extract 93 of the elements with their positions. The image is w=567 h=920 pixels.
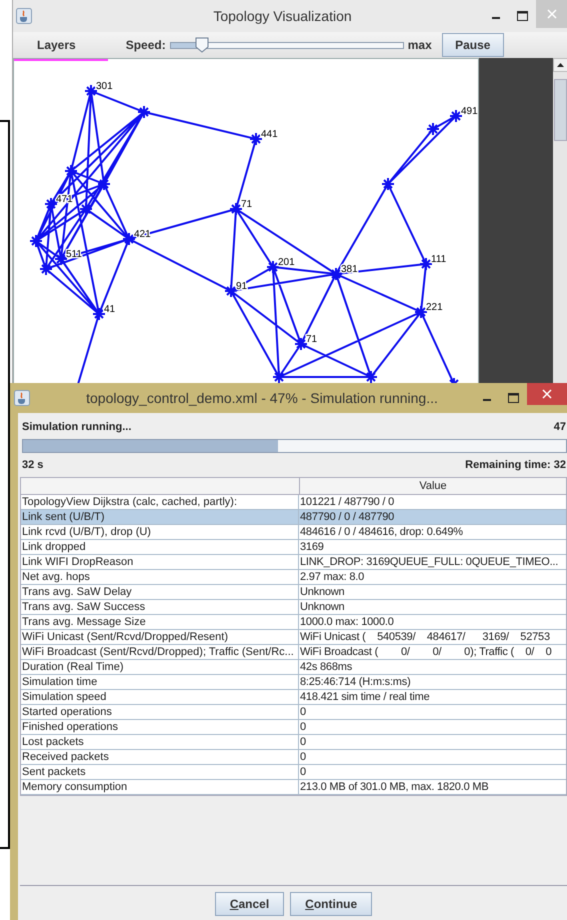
table-cell: Lost packets <box>21 735 299 749</box>
table-cell: Link dropped <box>21 540 299 554</box>
table-cell-text: 213.0 MB of 301.0 MB, max. 1820.0 MB <box>299 780 490 794</box>
table-row[interactable]: WiFi Unicast (Sent/Rcvd/Dropped/Resent) WiFi Unicast ( 540539/ 484617/ 3169/ 52753 <box>21 630 566 645</box>
node-label: 91 <box>236 281 248 292</box>
table-row[interactable]: Finished operations 0 <box>21 720 566 735</box>
table-row[interactable]: Link dropped 3169 <box>21 540 566 555</box>
table-row[interactable]: WiFi Broadcast (Sent/Rcvd/Dropped); Traffic (Sent/Rc... WiFi Broadcast ( 0/ 0/ 0); Traffic ( 0/ 0 <box>21 645 566 660</box>
node-label: 441 <box>261 129 278 140</box>
table-row[interactable]: Trans avg. Message Size 1000.0 max: 1000.0 <box>21 615 566 630</box>
slider-thumb[interactable] <box>195 36 210 53</box>
close-button[interactable] <box>527 383 567 405</box>
table-cell: Trans avg. Message Size <box>21 615 299 629</box>
table-row[interactable]: Lost packets 0 <box>21 735 566 750</box>
table-cell: Simulation speed <box>21 690 299 704</box>
table-cell-text: WiFi Unicast ( 540539/ 484617/ 3169/ 52753 <box>299 630 551 644</box>
table-cell-text: LINK_DROP: 3169QUEUE_FULL: 0QUEUE_TIMEO... <box>299 555 560 569</box>
table-cell-text: 1000.0 max: 1000.0 <box>299 615 395 629</box>
node-label: 221 <box>426 302 443 313</box>
table-cell-text: 101221 / 487790 / 0 <box>299 495 396 509</box>
remaining-time: Remaining time: 32 <box>465 459 566 471</box>
table-cell-text: 0 <box>299 765 307 779</box>
close-icon[interactable] <box>542 389 552 399</box>
table-cell-text: 0 <box>299 735 307 749</box>
table-cell-text: 0 <box>299 705 307 719</box>
table-cell: Trans avg. SaW Success <box>21 600 299 614</box>
dialog-button[interactable]: Continue <box>290 892 372 916</box>
node-label: 301 <box>96 81 113 92</box>
table-cell: WiFi Unicast (Sent/Rcvd/Dropped/Resent) <box>21 630 299 644</box>
node-label: 201 <box>278 257 295 268</box>
pause-button[interactable]: Pause <box>442 32 504 57</box>
maximize-icon[interactable] <box>508 393 519 403</box>
table-cell-text: WiFi Broadcast ( 0/ 0/ 0); Traffic ( 0/ 0 <box>299 645 552 659</box>
table-cell: TopologyView Dijkstra (calc, cached, partly): <box>21 495 299 509</box>
node-label: 111 <box>431 254 446 265</box>
table-cell-text: 3169 <box>299 540 325 554</box>
table-cell: Link WIFI DropReason <box>21 555 299 569</box>
dialog-button[interactable]: Cancel <box>214 892 284 916</box>
table-row[interactable]: Trans avg. SaW Delay Unknown <box>21 585 566 600</box>
table-cell: Finished operations <box>21 720 299 734</box>
max-label: max <box>408 38 432 52</box>
node-label: 71 <box>241 199 252 210</box>
percent-text: 47 <box>554 421 566 433</box>
table-cell: Trans avg. SaW Delay <box>21 585 299 599</box>
table-cell-text: 484616 / 0 / 484616, drop: 0.649% <box>299 525 464 539</box>
scrollbar[interactable] <box>553 58 567 385</box>
table-cell-text: 418.421 sim time / real time <box>299 690 431 704</box>
table-row[interactable]: Link sent (U/B/T) 487790 / 0 / 487790 <box>21 510 566 525</box>
maximize-icon[interactable] <box>517 10 528 21</box>
table-cell: Memory consumption <box>21 780 299 794</box>
table-cell-text: 8:25:46:714 (H:m:s:ms) <box>299 675 412 689</box>
table-cell: Duration (Real Time) <box>21 660 299 674</box>
layers-menu[interactable]: Layers <box>37 38 76 52</box>
table-cell: WiFi Broadcast (Sent/Rcvd/Dropped); Traffic (Sent/Rc... <box>21 645 299 659</box>
table-cell: Sent packets <box>21 765 299 779</box>
table-cell: Link rcvd (U/B/T), drop (U) <box>21 525 299 539</box>
scroll-up-icon[interactable] <box>553 58 567 72</box>
dialog-title: topology_control_demo.xml - 47% - Simulation running... <box>85 390 439 406</box>
table-row[interactable]: Link rcvd (U/B/T), drop (U) 484616 / 0 / 484616, drop: 0.649% <box>21 525 566 540</box>
node-label: 491 <box>461 106 478 117</box>
speed-label: Speed: <box>126 38 166 52</box>
table-row[interactable]: Started operations 0 <box>21 705 566 720</box>
table-row[interactable]: Received packets 0 <box>21 750 566 765</box>
table-cell-text: 487790 / 0 / 487790 <box>299 510 396 524</box>
table-row[interactable]: Sent packets 0 <box>21 765 566 780</box>
table-cell-text: Unknown <box>299 600 346 614</box>
status-text: Simulation running... <box>22 421 132 433</box>
table-row[interactable]: Link WIFI DropReason LINK_DROP: 3169QUEUE_FULL: 0QUEUE_TIMEO... <box>21 555 566 570</box>
table-cell-text: 0 <box>299 720 307 734</box>
table-cell-text: 0 <box>299 750 307 764</box>
window-title: Topology Visualization <box>212 8 353 24</box>
node-label: 511 <box>66 249 82 260</box>
table-cell-text: 2.97 max: 8.0 <box>299 570 366 584</box>
table-row[interactable]: Trans avg. SaW Success Unknown <box>21 600 566 615</box>
scrollbar-thumb[interactable] <box>554 79 567 141</box>
table-row[interactable]: Memory consumption 213.0 MB of 301.0 MB, max. 1820.0 MB <box>21 780 566 795</box>
java-cup-icon <box>14 390 30 406</box>
table-cell-text: 42s 868ms <box>299 660 354 674</box>
java-cup-icon <box>16 8 32 24</box>
table-row[interactable]: Simulation speed 418.421 sim time / real time <box>21 690 566 705</box>
node-label: 71 <box>306 334 318 345</box>
table-cell: Link sent (U/B/T) <box>21 510 299 524</box>
node-label: 41 <box>104 304 116 315</box>
table-cell: Net avg. hops <box>21 570 299 584</box>
table-cell: Received packets <box>21 750 299 764</box>
elapsed-time: 32 s <box>22 459 44 471</box>
table-row[interactable]: Net avg. hops 2.97 max: 8.0 <box>21 570 566 585</box>
table-cell: Started operations <box>21 705 299 719</box>
table-row[interactable]: Duration (Real Time) 42s 868ms <box>21 660 566 675</box>
table-cell-text: Unknown <box>299 585 346 599</box>
table-row[interactable]: Simulation time 8:25:46:714 (H:m:s:ms) <box>21 675 566 690</box>
table-cell: Simulation time <box>21 675 299 689</box>
speed-slider[interactable] <box>170 36 404 54</box>
